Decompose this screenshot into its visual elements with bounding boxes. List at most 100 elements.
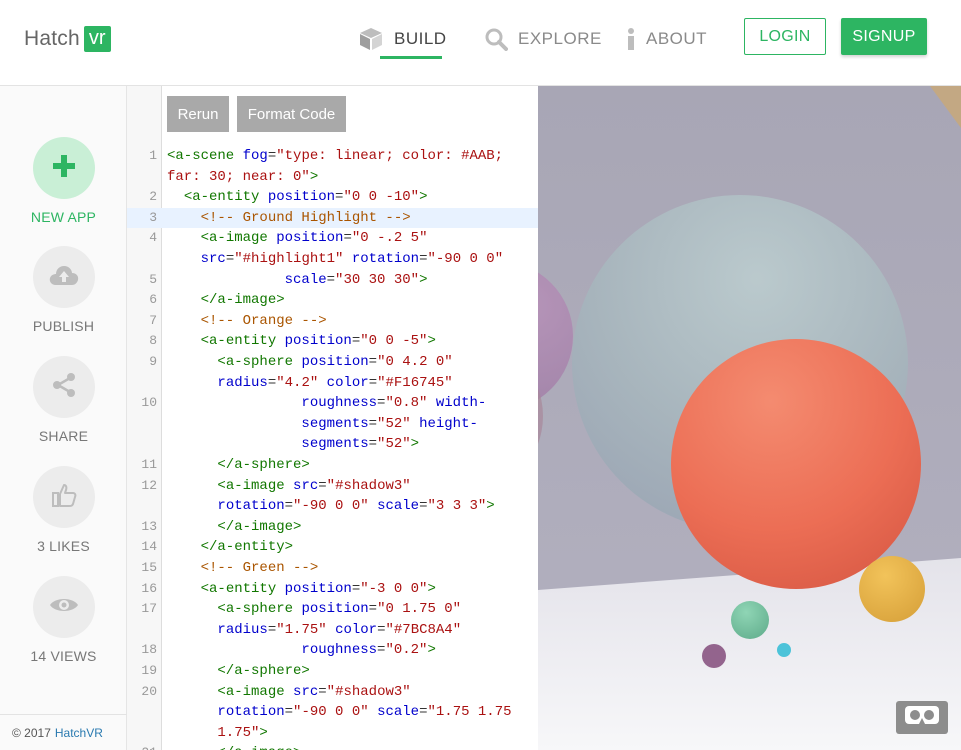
thumbs-up-icon (51, 482, 77, 513)
code-token: = (368, 436, 378, 453)
code-token: <a-image (200, 230, 277, 247)
code-line[interactable]: 6 </a-image> (127, 290, 538, 311)
code-line[interactable]: src="#highlight1" rotation="-90 0 0" (127, 249, 538, 270)
code-token: "0.8" (385, 395, 436, 412)
code-line[interactable]: rotation="-90 0 0" scale="3 3 3"> (127, 496, 538, 517)
line-number: 13 (141, 518, 157, 534)
line-number: 19 (141, 663, 157, 678)
code-line[interactable]: 1 <a-scene fog="type: linear; color: #AAB… (127, 146, 538, 167)
code-line[interactable]: 19 </a-sphere> (127, 661, 538, 682)
code-token: segments (301, 415, 369, 432)
code-line[interactable]: 7 <!-- Orange --> (127, 311, 538, 332)
code-token: "-90 0 0" (427, 251, 504, 267)
logo[interactable]: Hatch vr (24, 24, 111, 54)
code-token: <a-sphere (217, 354, 302, 370)
code-token: = (267, 374, 277, 391)
code-text: <a-entity position="0 0 -10"> (167, 187, 428, 208)
logo-text: Hatch (24, 27, 80, 50)
code-text: </a-sphere> (167, 661, 309, 682)
code-line[interactable]: 5 scale="30 30 30"> (127, 270, 538, 291)
line-number: 10 (141, 395, 157, 411)
line-number: 3 (149, 209, 157, 225)
code-line[interactable]: segments="52" height- (127, 414, 538, 435)
vr-mode-button[interactable] (896, 701, 948, 734)
nav-build[interactable]: BUILD (358, 22, 447, 56)
nav-explore[interactable]: EXPLORE (484, 22, 602, 56)
code-line[interactable]: 21 </a-image> (127, 743, 538, 750)
code-token: </a-entity> (167, 539, 294, 556)
code-token: > (259, 724, 268, 741)
line-number: 5 (149, 271, 157, 287)
code-token: height- (419, 415, 478, 432)
code-line[interactable]: 13 </a-image> (127, 517, 538, 538)
code-token: "type: linear; color: #AAB; (276, 148, 504, 164)
code-editor[interactable]: Rerun Format Code 1 <a-scene fog="type: l… (127, 86, 538, 750)
rerun-button[interactable]: Rerun (167, 96, 229, 132)
views-count: 14 VIEWS (30, 648, 97, 664)
code-token: "0 -.2 5" (351, 230, 428, 247)
login-button[interactable]: LOGIN (744, 18, 826, 55)
code-line[interactable]: rotation="-90 0 0" scale="1.75 1.75 (127, 702, 538, 723)
code-token: scale (377, 704, 420, 721)
code-token: position (301, 354, 369, 370)
code-line[interactable]: 2 <a-entity position="0 0 -10"> (127, 187, 538, 208)
publish-button[interactable]: PUBLISH (0, 246, 127, 334)
code-line[interactable]: far: 30; near: 0"> (127, 167, 538, 188)
code-line[interactable]: 14 </a-entity> (127, 537, 538, 558)
code-text: <a-sphere position="0 1.75 0" (167, 599, 461, 620)
code-line[interactable]: 16 <a-entity position="-3 0 0"> (127, 579, 538, 600)
code-line[interactable]: 12 <a-image src="#shadow3" (127, 476, 538, 497)
code-text: <!-- Orange --> (167, 311, 327, 332)
line-number: 12 (141, 477, 157, 493)
code-line[interactable]: 17 <a-sphere position="0 1.75 0" (127, 599, 538, 620)
code-line[interactable]: 3 <!-- Ground Highlight --> (127, 207, 538, 229)
signup-button[interactable]: SIGNUP (841, 18, 927, 55)
code-line[interactable]: 15 <!-- Green --> (127, 558, 538, 579)
code-token: "0 0 -5" (360, 333, 428, 350)
code-token: = (284, 498, 294, 515)
code-token: src (293, 477, 319, 494)
code-text: <a-image src="#shadow3" (167, 682, 410, 703)
code-token: scale (377, 498, 420, 515)
new-app-button[interactable]: NEW APP (0, 137, 127, 225)
hatchvr-link[interactable]: HatchVR (55, 726, 103, 740)
line-number: 2 (149, 189, 157, 205)
code-token: = (351, 580, 361, 597)
code-text: roughness="0.2"> (167, 640, 435, 661)
line-number: 17 (141, 601, 157, 617)
share-label: SHARE (38, 428, 89, 444)
code-line[interactable]: radius="1.75" color="#7BC8A4" (127, 620, 538, 641)
code-line[interactable]: 1.75"> (127, 723, 538, 744)
code-text: src="#highlight1" rotation="-90 0 0" (167, 249, 504, 270)
code-token: <!-- Green --> (167, 560, 319, 576)
scene-preview[interactable] (538, 86, 961, 750)
code-token: > (427, 580, 436, 597)
code-token: "#shadow3" (326, 477, 411, 494)
code-line[interactable]: 9 <a-sphere position="0 4.2 0" (127, 352, 538, 373)
code-text: </a-sphere> (167, 455, 309, 476)
code-line[interactable]: 18 roughness="0.2"> (127, 640, 538, 661)
code-line[interactable]: 4 <a-image position="0 -.2 5" (127, 228, 538, 249)
code-token: = (368, 601, 378, 618)
code-token: </a-image> (167, 292, 285, 309)
code-line[interactable]: radius="4.2" color="#F16745" (127, 373, 538, 394)
share-button[interactable]: SHARE (0, 356, 127, 444)
code-line[interactable]: 8 <a-entity position="0 0 -5"> (127, 331, 538, 352)
code-line[interactable]: 11 </a-sphere> (127, 455, 538, 476)
code-line[interactable]: segments="52"> (127, 434, 538, 455)
format-code-button[interactable]: Format Code (237, 96, 346, 132)
publish-label: PUBLISH (32, 318, 95, 334)
like-button[interactable]: 3 LIKES (0, 466, 127, 554)
code-token: <a-scene (167, 148, 243, 164)
code-token: "#7BC8A4" (385, 621, 462, 638)
logo-badge: vr (83, 26, 111, 52)
code-line[interactable]: 20 <a-image src="#shadow3" (127, 682, 538, 703)
line-number: 15 (141, 560, 157, 575)
code-line[interactable]: 10 roughness="0.8" width- (127, 393, 538, 414)
nav-about[interactable]: ABOUT (626, 22, 707, 56)
code-text: <!-- Green --> (167, 558, 319, 579)
